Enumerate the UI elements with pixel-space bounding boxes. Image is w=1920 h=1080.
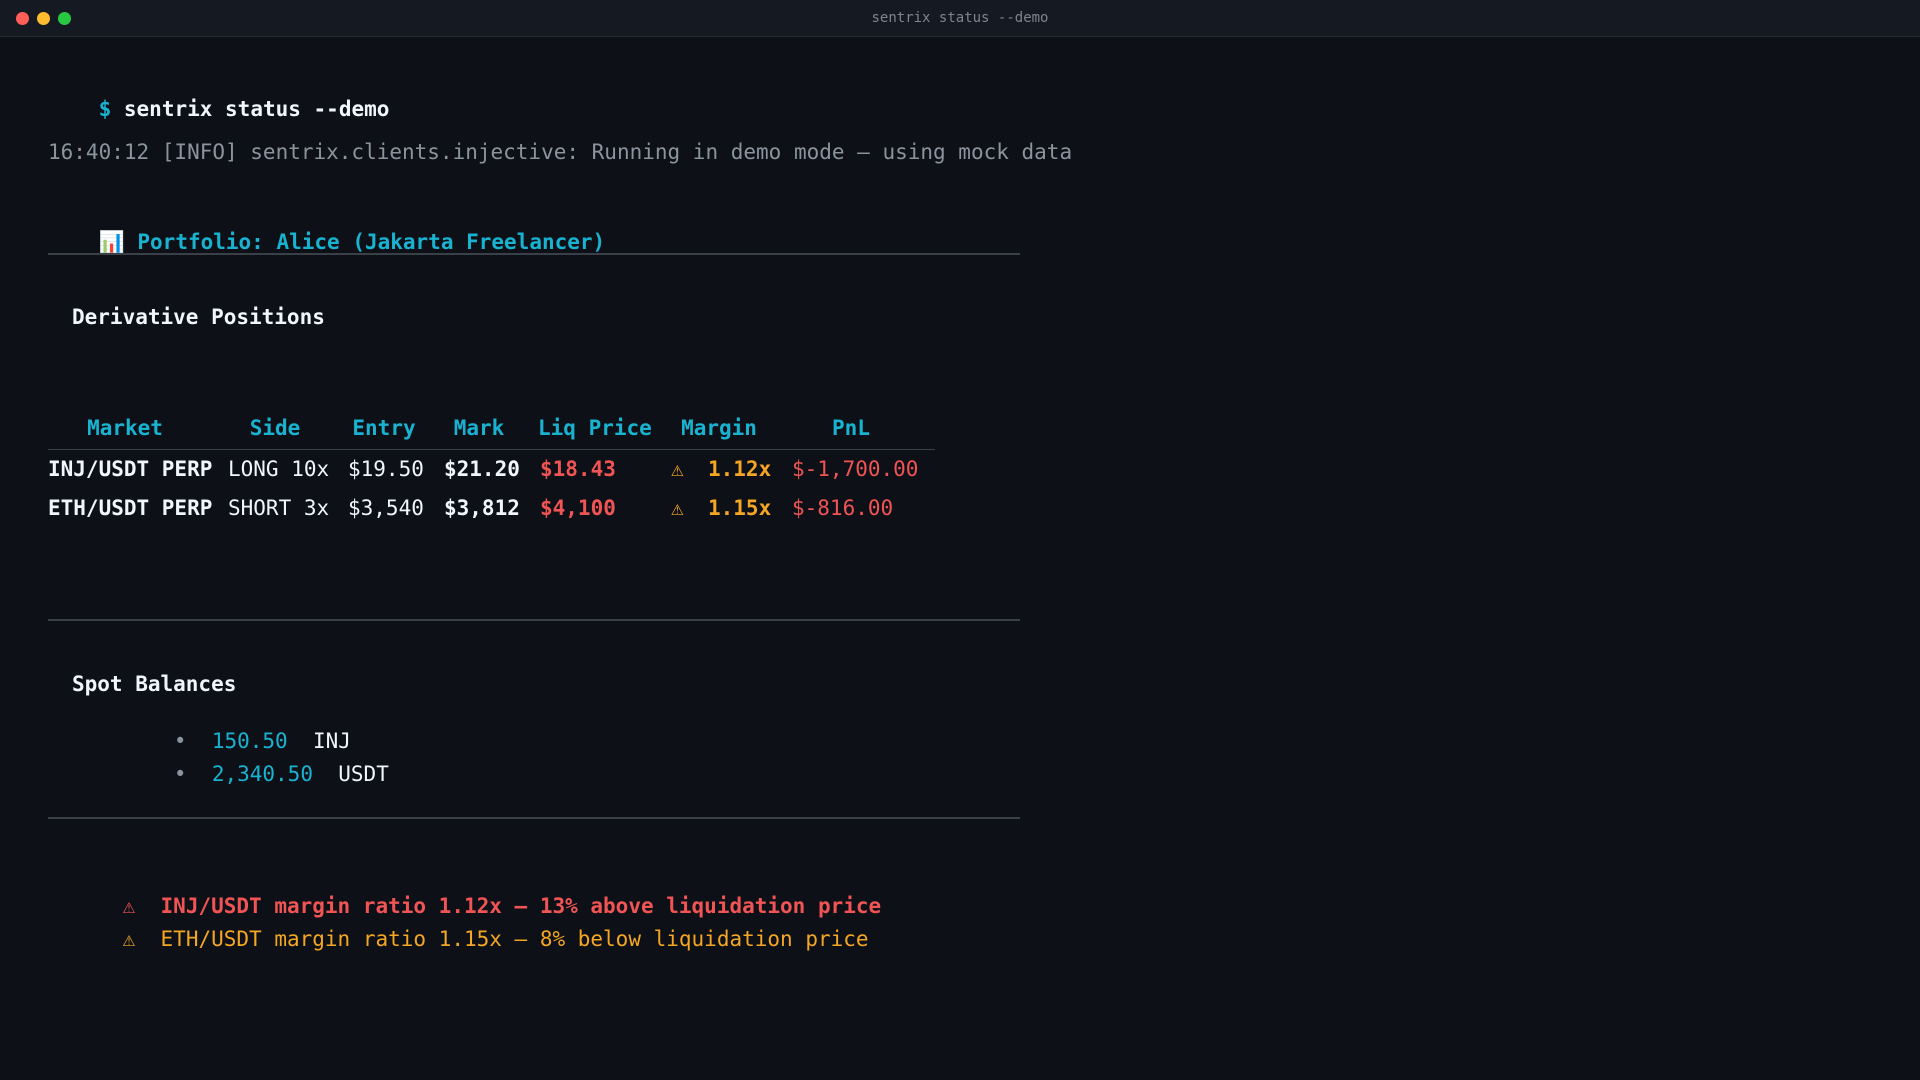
portfolio-heading: 📊 Portfolio: Alice (Jakarta Freelancer) — [48, 206, 606, 279]
command-text: sentrix status --demo — [123, 97, 390, 121]
row-market: INJ/USDT PERP — [48, 457, 213, 481]
row-margin: 1.15x — [708, 496, 772, 520]
warning-icon: ⚠ — [671, 496, 684, 520]
list-item: • 2,340.50 USDT — [98, 738, 389, 810]
row-mark: $21.20 — [444, 457, 520, 481]
table-header-divider — [48, 449, 935, 450]
prompt-symbol: $ — [98, 97, 112, 121]
column-header-market: Market — [87, 416, 163, 440]
row-entry: $3,540 — [348, 496, 424, 520]
divider — [48, 253, 1020, 255]
bullet-icon: • — [173, 762, 187, 786]
row-pnl: $-1,700.00 — [792, 457, 919, 481]
warning-icon: ⚠ — [671, 457, 684, 481]
derivatives-title: Derivative Positions — [72, 305, 325, 329]
row-margin: 1.12x — [708, 457, 772, 481]
row-market: ETH/USDT PERP — [48, 496, 213, 520]
balance-asset: USDT — [338, 762, 389, 786]
row-liq-price: $18.43 — [540, 457, 616, 481]
row-pnl: $-816.00 — [792, 496, 894, 520]
window-title: sentrix status --demo — [871, 10, 1049, 26]
divider — [48, 817, 1020, 819]
title-bar: sentrix status --demo — [0, 0, 1920, 37]
column-header-margin: Margin — [681, 416, 757, 440]
balance-amount: 2,340.50 — [211, 762, 313, 786]
log-line: 16:40:12 [INFO] sentrix.clients.injectiv… — [48, 140, 1073, 164]
row-side: LONG 10x — [228, 457, 330, 481]
alert-text: ETH/USDT margin ratio 1.15x — 8% below l… — [160, 927, 869, 951]
divider — [48, 619, 1020, 621]
command-prompt: $ sentrix status --demo — [48, 73, 390, 145]
column-header-liq-price: Liq Price — [538, 416, 652, 440]
alert-liquidation-eth: ⚠ ETH/USDT margin ratio 1.15x — 8% below… — [72, 903, 869, 975]
portfolio-label: Portfolio: Alice (Jakarta Freelancer) — [137, 230, 606, 254]
row-liq-price: $4,100 — [540, 496, 616, 520]
chart-icon: 📊 — [98, 230, 125, 254]
row-side: SHORT 3x — [228, 496, 330, 520]
warning-icon: ⚠ — [122, 927, 136, 951]
row-entry: $19.50 — [348, 457, 424, 481]
row-mark: $3,812 — [444, 496, 520, 520]
column-header-entry: Entry — [352, 416, 416, 440]
column-header-side: Side — [249, 416, 301, 440]
column-header-mark: Mark — [453, 416, 505, 440]
spot-title: Spot Balances — [72, 672, 237, 696]
column-header-pnl: PnL — [832, 416, 870, 440]
